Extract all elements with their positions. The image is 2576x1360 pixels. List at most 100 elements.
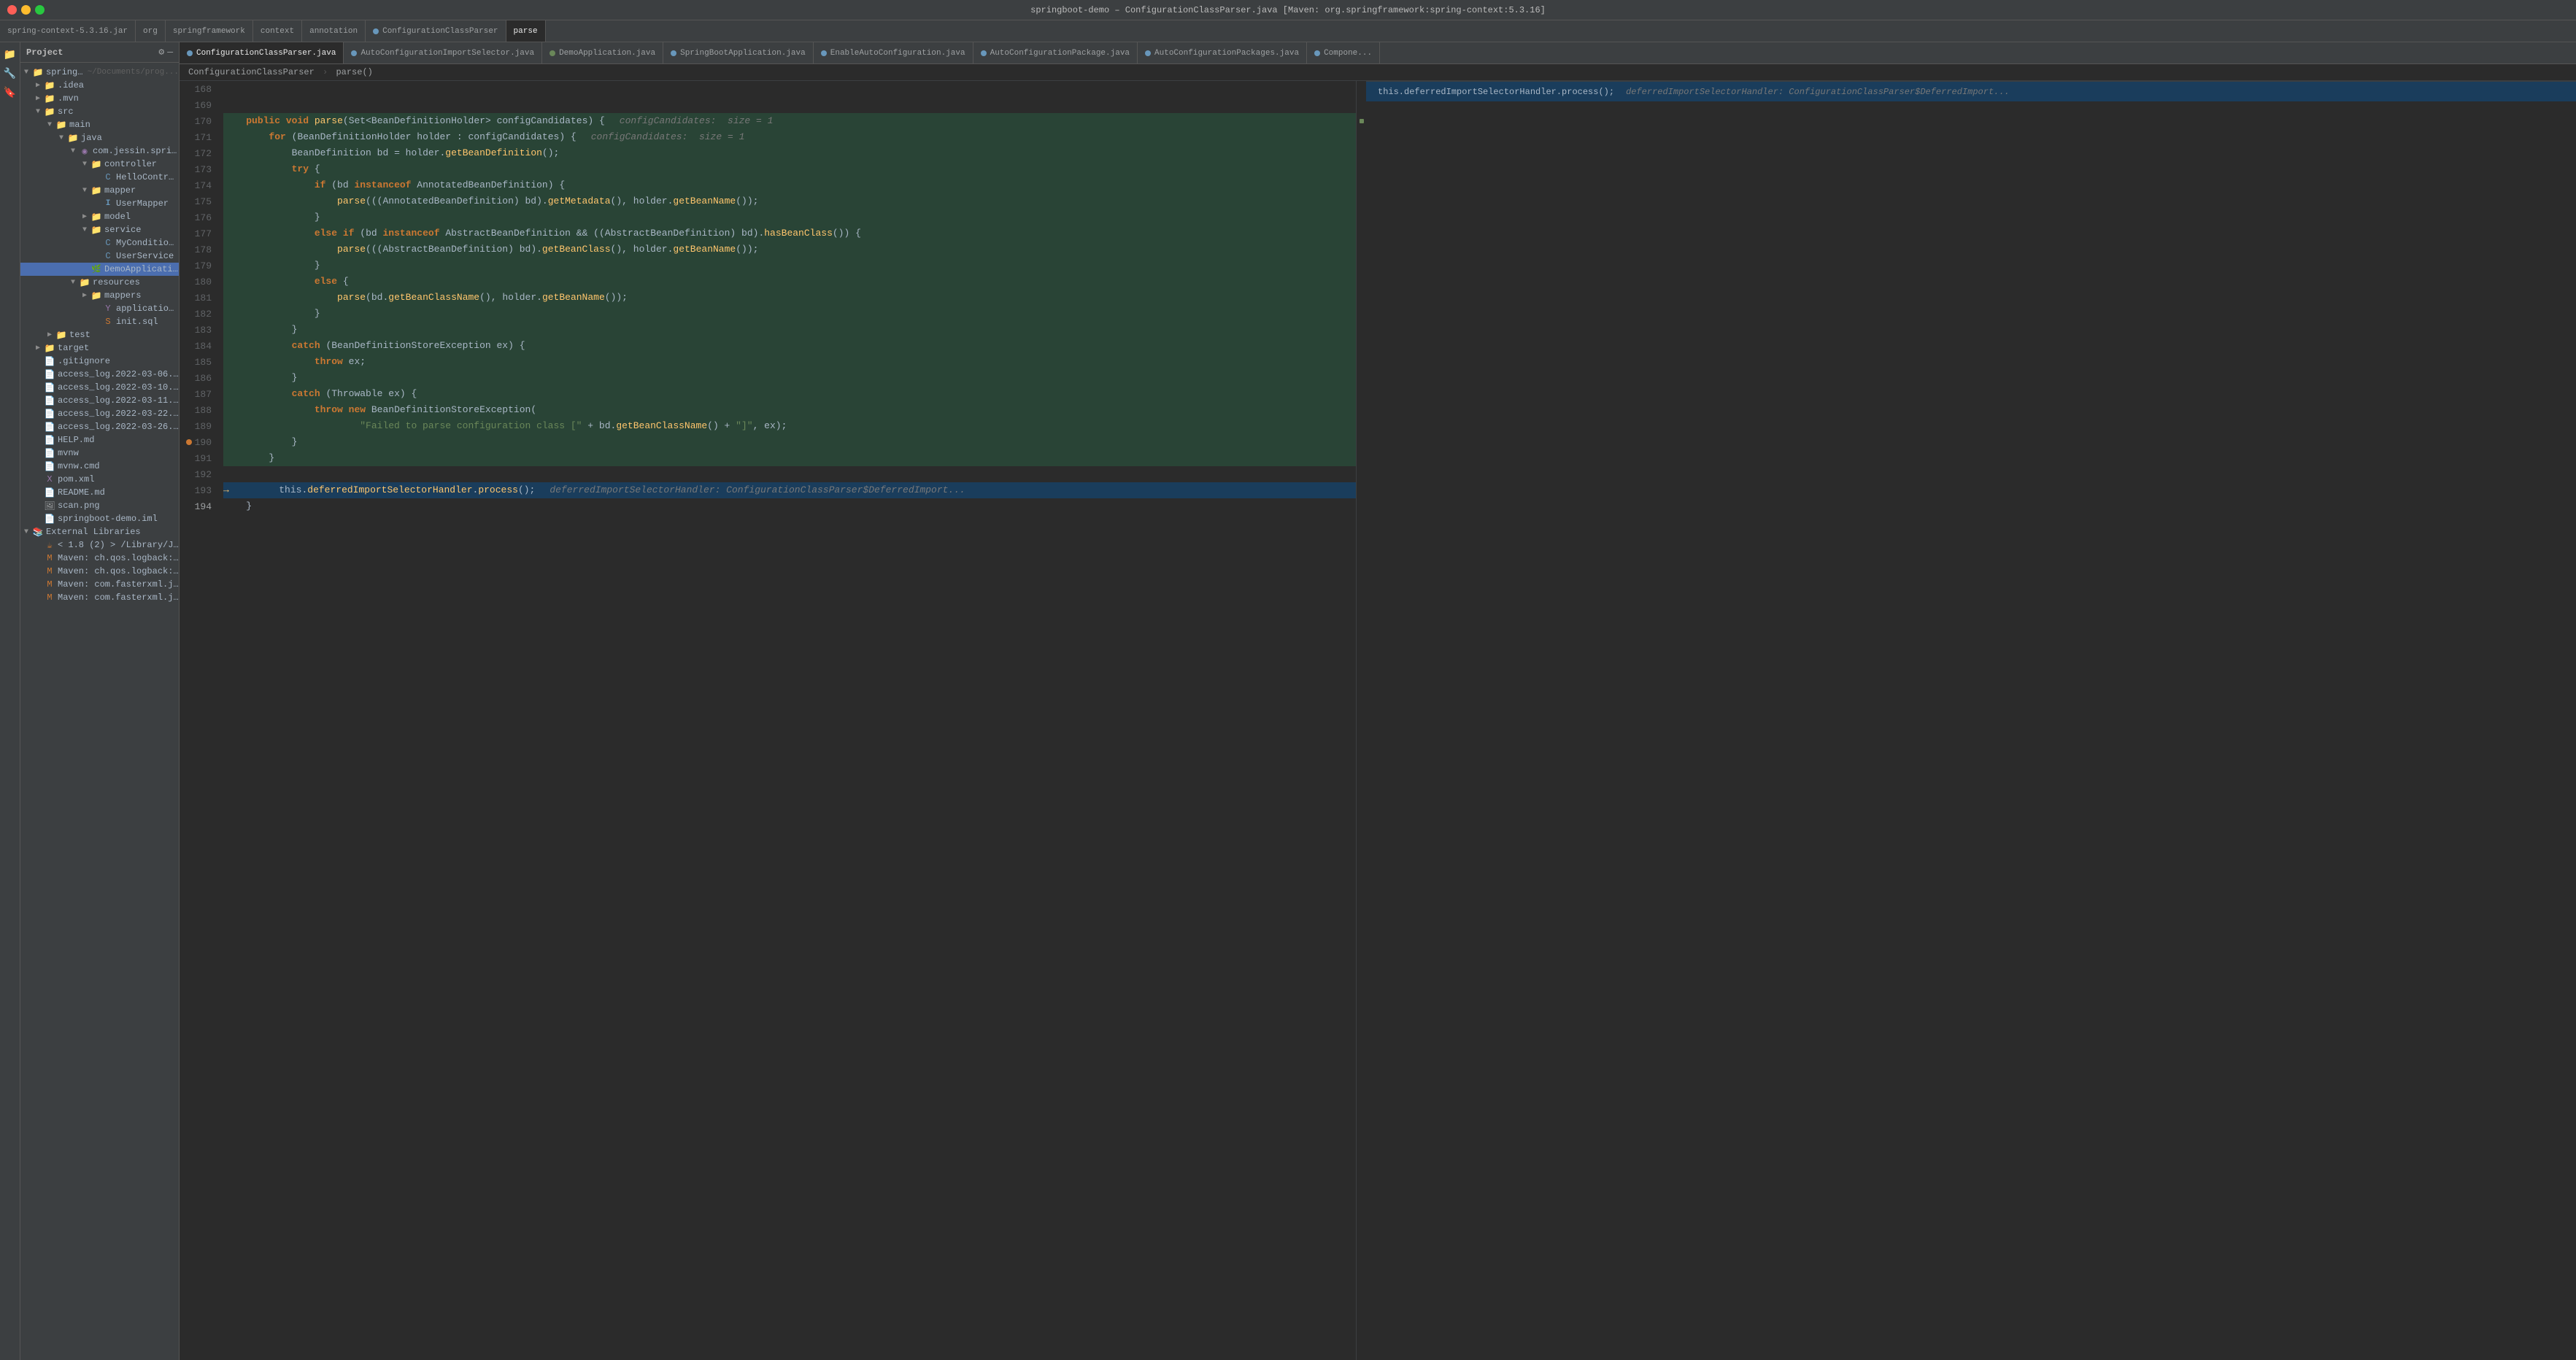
main-content: 📁 🔧 🔖 Project ⚙ — ▼ 📁 springboot-demo ~/… <box>0 42 2576 1360</box>
tab-parse-label: parse <box>514 27 538 36</box>
tree-item-helpmd[interactable]: 📄 HELP.md <box>20 433 179 447</box>
sidebar-collapse-icon[interactable]: — <box>167 47 173 58</box>
tree-item-user-mapper[interactable]: I UserMapper <box>20 197 179 210</box>
tree-item-log2[interactable]: 📄 access_log.2022-03-10.log <box>20 381 179 394</box>
tree-item-idea[interactable]: ▶ 📁 .idea <box>20 79 179 92</box>
code-wrapper[interactable]: 168 169 170 171 172 173 174 175 176 177 … <box>180 81 1366 1360</box>
tree-item-scan-png[interactable]: 🖼 scan.png <box>20 499 179 512</box>
tree-item-root[interactable]: ▼ 📁 springboot-demo ~/Documents/prog... <box>20 66 179 79</box>
tree-arrow: ▼ <box>67 147 79 155</box>
tree-item-logback1[interactable]: M Maven: ch.qos.logback:logback-c... <box>20 552 179 565</box>
tree-item-demo-application[interactable]: 🌿 DemoApplication <box>20 263 179 276</box>
bookmark-icon[interactable]: 🔖 <box>2 85 18 101</box>
breadcrumb-class[interactable]: ConfigurationClassParser <box>188 67 315 77</box>
tree-arrow: ▼ <box>32 108 44 116</box>
code-text: parse(((AnnotatedBeanDefinition) bd).get… <box>223 193 758 209</box>
tree-item-gitignore[interactable]: 📄 .gitignore <box>20 355 179 368</box>
tree-item-package[interactable]: ▼ ◉ com.jessin.springboot.c <box>20 144 179 158</box>
tree-item-src[interactable]: ▼ 📁 src <box>20 105 179 118</box>
tree-item-iml[interactable]: 📄 springboot-demo.iml <box>20 512 179 525</box>
tree-item-resources[interactable]: ▼ 📁 resources <box>20 276 179 289</box>
editor-tab-springboot[interactable]: SpringBootApplication.java <box>663 42 814 63</box>
tab-jar[interactable]: spring-context-5.3.16.jar <box>0 20 136 42</box>
editor-tab-auto-pkgs[interactable]: AutoConfigurationPackages.java <box>1138 42 1307 63</box>
libs-icon: 📚 <box>32 526 44 538</box>
editor-tab-demo[interactable]: DemoApplication.java <box>542 42 663 63</box>
tree-item-mappers[interactable]: ▶ 📁 mappers <box>20 289 179 302</box>
tree-item-application-yaml[interactable]: Y application.yaml <box>20 302 179 315</box>
tab-context[interactable]: context <box>253 20 302 42</box>
tree-item-readme[interactable]: 📄 README.md <box>20 486 179 499</box>
tree-item-ext-libs[interactable]: ▼ 📚 External Libraries <box>20 525 179 538</box>
code-text: BeanDefinition bd = holder.getBeanDefini… <box>223 145 559 161</box>
tree-item-init-sql[interactable]: S init.sql <box>20 315 179 328</box>
tree-item-logback2[interactable]: M Maven: ch.qos.logback:logback-c... <box>20 565 179 578</box>
editor-tab-config-parser[interactable]: ConfigurationClassParser.java <box>180 42 344 63</box>
maximize-button[interactable] <box>35 5 45 15</box>
tree-item-model[interactable]: ▶ 📁 model <box>20 210 179 223</box>
code-line-193: → this.deferredImportSelectorHandler.pro… <box>223 482 1356 498</box>
editor-tab-label: AutoConfigurationPackages.java <box>1154 49 1299 58</box>
tree-item-mvnw-cmd[interactable]: 📄 mvnw.cmd <box>20 460 179 473</box>
editor-tab-label: AutoConfigurationPackage.java <box>990 49 1130 58</box>
editor-tab-component[interactable]: Compone... <box>1307 42 1380 63</box>
editor-tab-auto-import[interactable]: AutoConfigurationImportSelector.java <box>344 42 542 63</box>
code-text: } <box>223 322 297 338</box>
tree-item-java[interactable]: ▼ 📁 java <box>20 131 179 144</box>
tree-item-target[interactable]: ▶ 📁 target <box>20 341 179 355</box>
gutter-192: 192 <box>180 466 217 482</box>
structure-icon[interactable]: 🔧 <box>2 66 18 82</box>
tree-item-mvnw[interactable]: 📄 mvnw <box>20 447 179 460</box>
tree-item-log4[interactable]: 📄 access_log.2022-03-22.log <box>20 407 179 420</box>
code-line-177: else if (bd instanceof AbstractBeanDefin… <box>223 225 1356 242</box>
tab-annotation[interactable]: annotation <box>302 20 366 42</box>
project-sidebar: Project ⚙ — ▼ 📁 springboot-demo ~/Docume… <box>20 42 180 1360</box>
tree-item-main[interactable]: ▼ 📁 main <box>20 118 179 131</box>
tree-item-user-service[interactable]: C UserService <box>20 250 179 263</box>
tab-configparser-class[interactable]: ConfigurationClassParser <box>366 20 506 42</box>
tab-springframework[interactable]: springframework <box>166 20 253 42</box>
tree-item-test[interactable]: ▶ 📁 test <box>20 328 179 341</box>
gutter-180: 180 <box>180 274 217 290</box>
code-text: } <box>223 209 320 225</box>
project-icon[interactable]: 📁 <box>2 47 18 63</box>
sidebar-settings-icon[interactable]: ⚙ <box>158 47 164 58</box>
window-controls[interactable] <box>7 5 45 15</box>
java-class-icon: C <box>102 171 114 183</box>
tab-org[interactable]: org <box>136 20 166 42</box>
folder-icon: 📁 <box>44 342 55 354</box>
tree-item-log5[interactable]: 📄 access_log.2022-03-26.log <box>20 420 179 433</box>
tree-label: Maven: com.fasterxml.jackson.co... <box>58 579 179 590</box>
tree-item-jdk[interactable]: ☕ < 1.8 (2) > /Library/Java/JavaVirt... <box>20 538 179 552</box>
close-button[interactable] <box>7 5 17 15</box>
tree-label-service: service <box>104 225 179 235</box>
tree-item-myconditional[interactable]: C MyConditionalCo <box>20 236 179 250</box>
tree-item-mapper[interactable]: ▼ 📁 mapper <box>20 184 179 197</box>
tree-item-pom[interactable]: X pom.xml <box>20 473 179 486</box>
folder-icon: 📁 <box>44 106 55 117</box>
tree-item-jackson2[interactable]: M Maven: com.fasterxml.jackson.co... <box>20 591 179 604</box>
tree-item-controller[interactable]: ▼ 📁 controller <box>20 158 179 171</box>
sidebar-icons[interactable]: ⚙ — <box>158 47 173 58</box>
breadcrumb-separator: › <box>323 67 328 77</box>
navigation-tab-bar: spring-context-5.3.16.jar org springfram… <box>0 20 2576 42</box>
breadcrumb-method[interactable]: parse() <box>336 67 372 77</box>
gutter-179: 179 <box>180 258 217 274</box>
java-class-icon: C <box>102 237 114 249</box>
code-content[interactable]: public void parse(Set<BeanDefinitionHold… <box>217 81 1356 1360</box>
editor-tab-auto-pkg[interactable]: AutoConfigurationPackage.java <box>973 42 1138 63</box>
tree-item-log1[interactable]: 📄 access_log.2022-03-06.log <box>20 368 179 381</box>
editor-tab-enable-auto[interactable]: EnableAutoConfiguration.java <box>814 42 973 63</box>
tree-item-mvn[interactable]: ▶ 📁 .mvn <box>20 92 179 105</box>
sidebar-title: Project <box>26 47 63 58</box>
code-text: public void parse(Set<BeanDefinitionHold… <box>223 113 605 129</box>
tree-item-log3[interactable]: 📄 access_log.2022-03-11.log <box>20 394 179 407</box>
code-text: throw ex; <box>223 354 366 370</box>
minimize-button[interactable] <box>21 5 31 15</box>
md-icon: 📄 <box>44 487 55 498</box>
right-gutter <box>1356 81 1366 1360</box>
tree-item-hello-controller[interactable]: C HelloController <box>20 171 179 184</box>
tree-item-service[interactable]: ▼ 📁 service <box>20 223 179 236</box>
tree-item-jackson1[interactable]: M Maven: com.fasterxml.jackson.co... <box>20 578 179 591</box>
tab-parse-method[interactable]: parse <box>506 20 546 42</box>
